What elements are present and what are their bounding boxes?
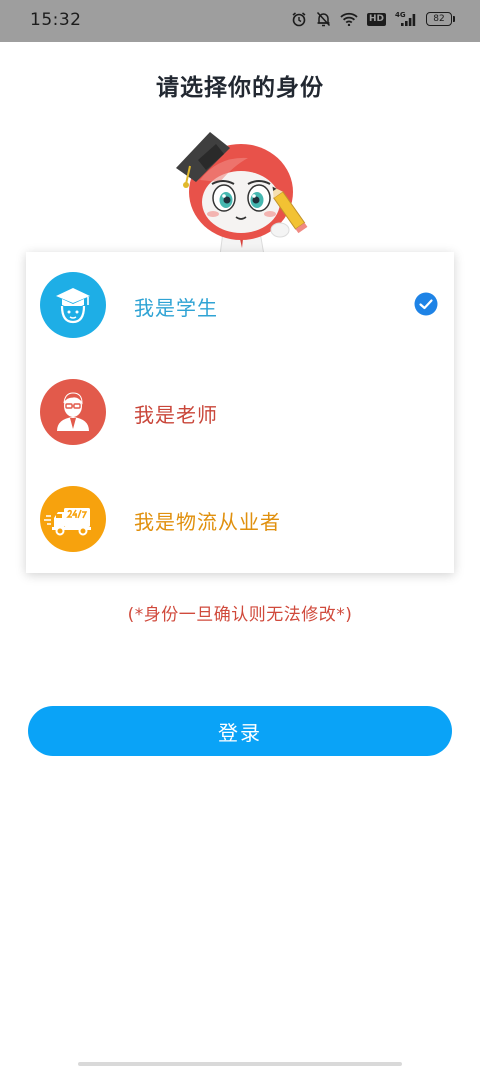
mute-bell-icon <box>316 11 331 27</box>
signal-icon: 4G <box>395 11 416 26</box>
status-bar: 15:32 HD 4G 82 <box>0 0 480 42</box>
mascot-illustration <box>176 132 308 255</box>
teacher-avatar <box>40 379 106 445</box>
identity-notice: (*身份一旦确认则无法修改*) <box>127 605 353 625</box>
alarm-icon <box>292 12 306 27</box>
graduate-icon <box>56 288 90 324</box>
role-option-logistics[interactable]: 我是物流从业者 <box>26 466 454 566</box>
battery-level: 82 <box>433 14 445 24</box>
delivery-truck-icon <box>44 508 91 536</box>
signal-label: 4G <box>395 11 406 19</box>
login-button[interactable]: 登录 <box>28 706 452 756</box>
status-icons: HD 4G 82 <box>291 11 455 27</box>
wifi-icon <box>340 12 358 26</box>
check-icon <box>414 292 438 316</box>
student-avatar <box>40 272 106 338</box>
teacher-icon <box>57 392 89 431</box>
role-label-teacher: 我是老师 <box>134 403 218 427</box>
navigation-handle[interactable] <box>78 1062 402 1066</box>
role-option-student[interactable]: 我是学生 <box>26 252 454 352</box>
role-label-logistics: 我是物流从业者 <box>134 510 281 534</box>
role-option-teacher[interactable]: 我是老师 <box>26 359 454 459</box>
role-label-student: 我是学生 <box>134 296 218 320</box>
battery-icon: 82 <box>426 12 455 26</box>
role-card: 我是学生 我是老师 我是物流从业者 <box>26 252 454 573</box>
status-time: 15:32 <box>30 10 82 30</box>
hd-badge: HD <box>366 12 386 26</box>
page-title: 请选择你的身份 <box>156 75 324 101</box>
logistics-avatar <box>40 486 106 552</box>
